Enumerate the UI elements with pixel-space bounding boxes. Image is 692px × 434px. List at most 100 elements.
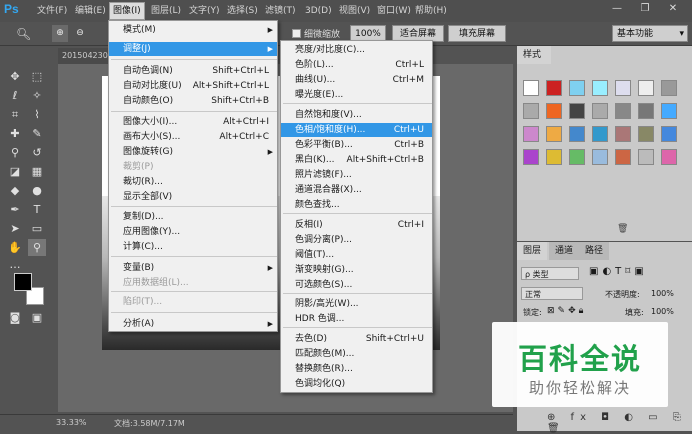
menu-6[interactable]: 滤镜(T) (262, 3, 299, 19)
move-tool-icon[interactable]: ✥ (6, 68, 24, 85)
style-swatch[interactable] (546, 126, 562, 142)
style-swatch[interactable] (615, 80, 631, 96)
menu-item[interactable]: 应用数据组(L)... (109, 276, 277, 290)
menu-item[interactable]: 色调均化(Q) (281, 377, 432, 391)
menu-item[interactable]: 照片滤镜(F)... (281, 168, 432, 182)
lock-icons[interactable]: ⊠✎✥🔒︎ (547, 306, 586, 316)
menu-item[interactable]: 匹配颜色(M)... (281, 347, 432, 361)
menu-1[interactable]: 编辑(E) (72, 3, 109, 19)
menu-item[interactable]: 画布大小(S)... Alt+Ctrl+C (109, 130, 277, 144)
zoom-tool-icon[interactable]: 🔍︎ (16, 27, 31, 41)
menu-item[interactable]: 渐变映射(G)... (281, 263, 432, 277)
style-swatch[interactable] (523, 103, 539, 119)
menu-item[interactable]: 替换颜色(R)... (281, 362, 432, 376)
style-swatch[interactable] (592, 126, 608, 142)
menu-item[interactable]: 模式(M) ▶ (109, 23, 277, 37)
style-swatch[interactable] (523, 149, 539, 165)
layer-filter-icons[interactable]: ▣◐T⌑▣ (589, 266, 648, 277)
tab-layers[interactable]: 图层 (517, 242, 548, 260)
menu-4[interactable]: 文字(Y) (186, 3, 223, 19)
shape-tool-icon[interactable]: ▭ (28, 220, 46, 237)
menu-item[interactable]: HDR 色调... (281, 312, 432, 326)
delete-style-icon[interactable]: 🗑︎ (617, 224, 628, 234)
menu-item[interactable]: 亮度/对比度(C)... (281, 43, 432, 57)
style-swatch[interactable] (523, 80, 539, 96)
menu-9[interactable]: 窗口(W) (374, 3, 414, 19)
style-swatch[interactable] (592, 103, 608, 119)
menu-item[interactable]: 色阶(L)... Ctrl+L (281, 58, 432, 72)
magic-wand-icon[interactable]: ✧ (28, 87, 46, 104)
menu-item[interactable]: 调整(J) ▶ (109, 42, 277, 56)
style-swatch[interactable] (615, 126, 631, 142)
minimize-button[interactable]: — (604, 1, 630, 17)
style-swatch[interactable] (569, 80, 585, 96)
layer-filter-select[interactable]: ρ 类型 (521, 267, 579, 280)
style-swatch[interactable] (569, 126, 585, 142)
menu-item[interactable]: 自然饱和度(V)... (281, 108, 432, 122)
history-brush-icon[interactable]: ↺ (28, 144, 46, 161)
style-swatch[interactable] (592, 149, 608, 165)
menu-item[interactable]: 色调分离(P)... (281, 233, 432, 247)
healing-brush-icon[interactable]: ✚ (6, 125, 24, 142)
eyedropper-icon[interactable]: ⌇ (28, 106, 46, 123)
style-swatch[interactable] (661, 103, 677, 119)
tab-paths[interactable]: 路径 (579, 242, 610, 260)
brush-tool-icon[interactable]: ✎ (28, 125, 46, 142)
style-swatch[interactable] (546, 80, 562, 96)
menu-item[interactable]: 自动颜色(O) Shift+Ctrl+B (109, 94, 277, 108)
zoom-tool-icon[interactable]: ⚲ (28, 239, 46, 256)
zoom-in-icon[interactable]: ⊕ (52, 25, 68, 42)
screen-mode-icon[interactable]: ▣ (28, 309, 46, 326)
menu-3[interactable]: 图层(L) (148, 3, 184, 19)
menu-item[interactable]: 分析(A) ▶ (109, 317, 277, 331)
menu-7[interactable]: 3D(D) (302, 3, 335, 19)
menu-item[interactable]: 裁剪(P) (109, 160, 277, 174)
dodge-tool-icon[interactable]: ● (28, 182, 46, 199)
menu-item[interactable]: 通道混合器(X)... (281, 183, 432, 197)
style-swatch[interactable] (638, 80, 654, 96)
menu-item[interactable]: 反相(I) Ctrl+I (281, 218, 432, 232)
menu-item[interactable]: 自动对比度(U) Alt+Shift+Ctrl+L (109, 79, 277, 93)
eraser-tool-icon[interactable]: ◪ (6, 163, 24, 180)
style-swatch[interactable] (592, 80, 608, 96)
style-swatch[interactable] (546, 103, 562, 119)
hand-tool-icon[interactable]: ✋ (6, 239, 24, 256)
menu-item[interactable]: 颜色查找... (281, 198, 432, 212)
crop-tool-icon[interactable]: ⌗ (6, 106, 24, 123)
gradient-tool-icon[interactable]: ▦ (28, 163, 46, 180)
style-swatch[interactable] (569, 103, 585, 119)
menu-item[interactable]: 复制(D)... (109, 210, 277, 224)
style-swatch[interactable] (661, 126, 677, 142)
menu-item[interactable]: 黑白(K)... Alt+Shift+Ctrl+B (281, 153, 432, 167)
menu-item[interactable]: 图像大小(I)... Alt+Ctrl+I (109, 115, 277, 129)
menu-item[interactable]: 曲线(U)... Ctrl+M (281, 73, 432, 87)
style-swatch[interactable] (638, 149, 654, 165)
menu-item[interactable]: 计算(C)... (109, 240, 277, 254)
maximize-button[interactable]: ❐ (632, 1, 658, 17)
style-swatch[interactable] (546, 149, 562, 165)
more-tools-icon[interactable]: … (6, 256, 24, 273)
styles-tab[interactable]: 样式 (517, 46, 551, 64)
menu-10[interactable]: 帮助(H) (412, 3, 450, 19)
pen-tool-icon[interactable]: ✒ (6, 201, 24, 218)
style-swatch[interactable] (569, 149, 585, 165)
menu-item[interactable]: 阈值(T)... (281, 248, 432, 262)
foreground-color-swatch[interactable] (14, 273, 32, 291)
menu-item[interactable]: 陷印(T)... (109, 295, 277, 309)
menu-item[interactable]: 色彩平衡(B)... Ctrl+B (281, 138, 432, 152)
type-tool-icon[interactable]: T (28, 201, 46, 218)
menu-5[interactable]: 选择(S) (224, 3, 261, 19)
style-swatch[interactable] (615, 149, 631, 165)
fill-screen-button[interactable]: 填充屏幕 (448, 25, 506, 42)
menu-item[interactable]: 裁切(R)... (109, 175, 277, 189)
menu-item[interactable]: 应用图像(Y)... (109, 225, 277, 239)
lasso-tool-icon[interactable]: ℓ (6, 87, 24, 104)
style-swatch[interactable] (638, 103, 654, 119)
menu-item[interactable]: 阴影/高光(W)... (281, 297, 432, 311)
menu-item[interactable]: 去色(D) Shift+Ctrl+U (281, 332, 432, 346)
menu-item[interactable]: 图像旋转(G) ▶ (109, 145, 277, 159)
fill-value[interactable]: 100% (651, 307, 674, 316)
menu-item[interactable]: 曝光度(E)... (281, 88, 432, 102)
clone-stamp-icon[interactable]: ⚲ (6, 144, 24, 161)
fine-zoom-checkbox[interactable] (292, 29, 301, 38)
